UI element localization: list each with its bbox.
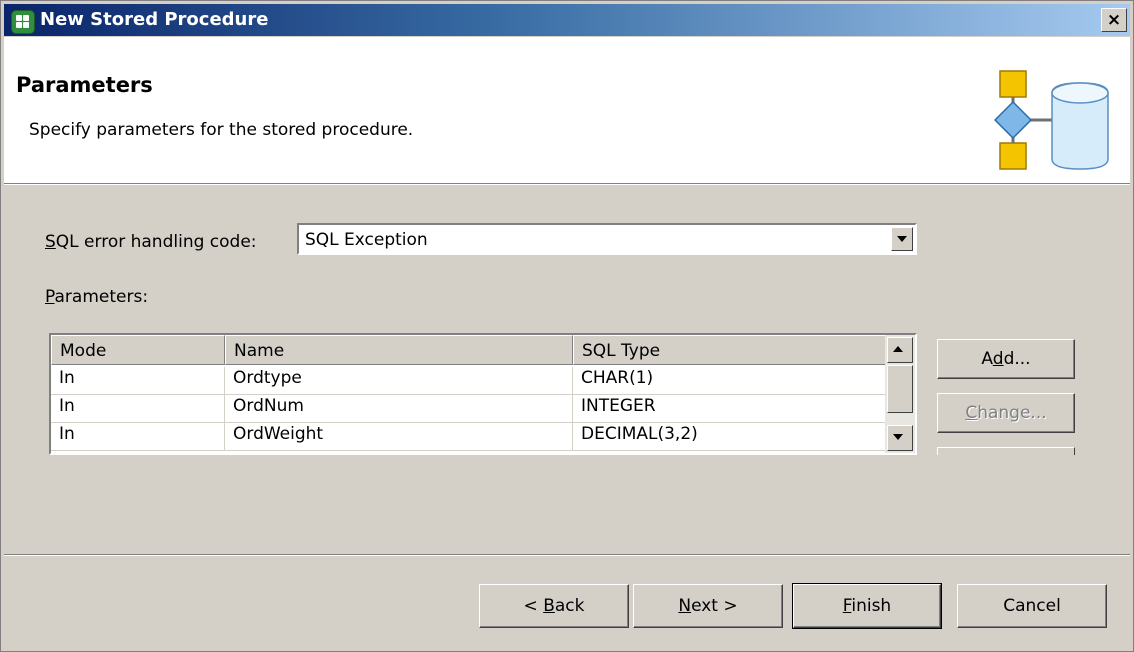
cell-sql-type: INTEGER — [573, 395, 887, 423]
column-header-sql-type[interactable]: SQL Type — [573, 335, 887, 365]
scroll-thumb[interactable] — [887, 365, 913, 413]
cell-sql-type: CHAR(1) — [573, 367, 887, 395]
chevron-up-icon — [893, 346, 903, 352]
page-title: Parameters — [16, 73, 153, 97]
dropdown-button[interactable] — [891, 227, 913, 251]
back-button[interactable]: < Back — [479, 584, 629, 628]
wizard-dialog: New Stored Procedure × Parameters Specif… — [0, 0, 1134, 652]
remove-button[interactable] — [937, 447, 1075, 455]
error-handling-label: SQL error handling code: — [45, 232, 257, 252]
table-scrollbar[interactable] — [885, 335, 915, 453]
table-row[interactable]: In OrdWeight DECIMAL(3,2) — [51, 423, 887, 451]
scroll-up-button[interactable] — [887, 337, 913, 363]
error-handling-select[interactable]: SQL Exception — [297, 223, 917, 255]
next-button[interactable]: Next > — [633, 584, 783, 628]
cell-mode: In — [51, 423, 225, 451]
column-header-mode[interactable]: Mode — [51, 335, 225, 365]
table-row[interactable]: In OrdNum INTEGER — [51, 395, 887, 423]
cell-name: OrdNum — [225, 395, 573, 423]
finish-button[interactable]: Finish — [792, 583, 942, 629]
stored-procedure-wizard-icon — [994, 70, 1109, 170]
error-handling-value: SQL Exception — [305, 230, 428, 250]
chevron-down-icon — [897, 236, 907, 242]
table-header: Mode Name SQL Type — [51, 335, 887, 367]
close-button[interactable]: × — [1101, 8, 1127, 32]
parameters-table[interactable]: Mode Name SQL Type In Ordtype CHAR(1) In… — [49, 333, 917, 455]
app-icon — [11, 10, 35, 34]
chevron-down-icon — [893, 434, 903, 440]
table-row[interactable]: In Ordtype CHAR(1) — [51, 367, 887, 395]
cell-mode: In — [51, 395, 225, 423]
cell-sql-type: DECIMAL(3,2) — [573, 423, 887, 451]
title-bar[interactable]: New Stored Procedure × — [4, 4, 1130, 36]
change-button[interactable]: Change... — [937, 393, 1075, 433]
wizard-header: Parameters Specify parameters for the st… — [4, 37, 1130, 183]
cell-name: OrdWeight — [225, 423, 573, 451]
page-description: Specify parameters for the stored proced… — [29, 120, 414, 140]
scroll-down-button[interactable] — [887, 425, 913, 451]
cell-mode: In — [51, 367, 225, 395]
add-button[interactable]: Add... — [937, 339, 1075, 379]
window-title: New Stored Procedure — [40, 9, 269, 30]
parameters-label: Parameters: — [45, 287, 149, 307]
column-header-name[interactable]: Name — [225, 335, 573, 365]
cancel-button[interactable]: Cancel — [957, 584, 1107, 628]
table-body: In Ordtype CHAR(1) In OrdNum INTEGER In … — [51, 367, 887, 451]
cell-name: Ordtype — [225, 367, 573, 395]
